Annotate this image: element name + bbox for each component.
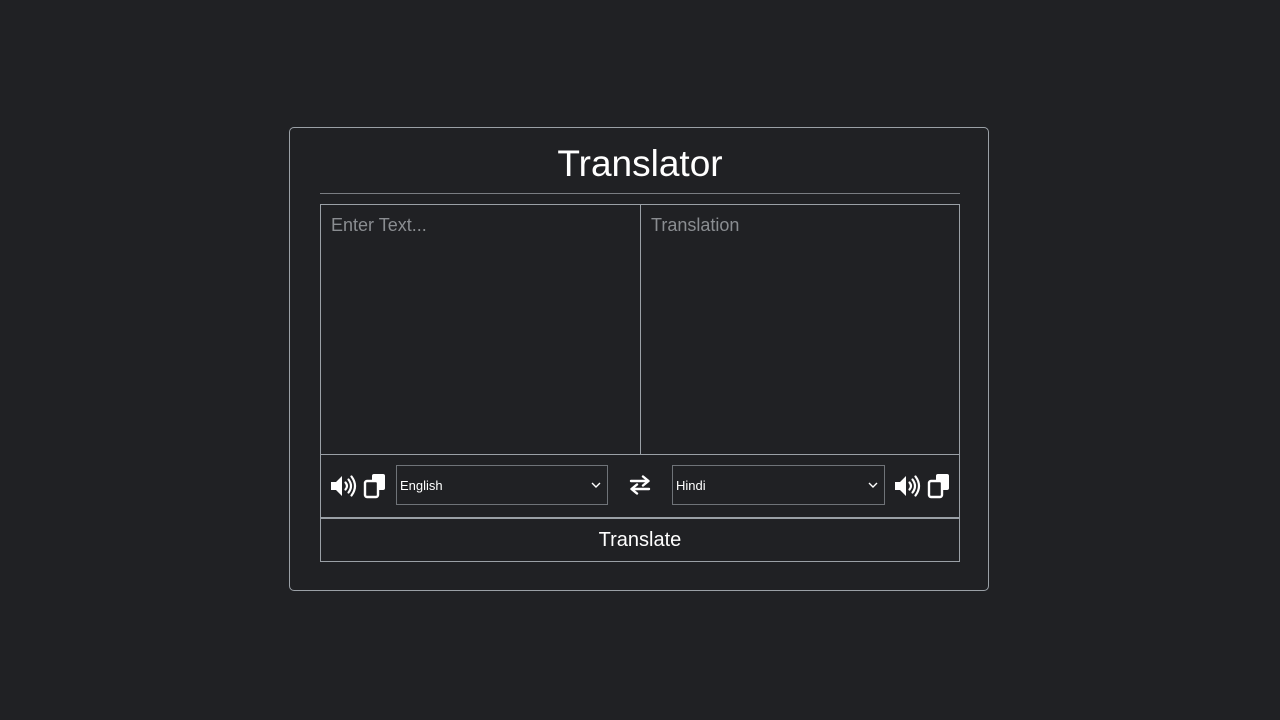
title-divider	[320, 193, 960, 194]
page-title: Translator	[557, 143, 723, 184]
to-copy-icon[interactable]	[927, 473, 951, 499]
source-text-input[interactable]	[321, 205, 640, 454]
to-volume-icon[interactable]	[893, 473, 921, 499]
translation-workspace: English Hindi	[320, 204, 960, 518]
page: Translator Enter Text... Translation Eng…	[0, 0, 1280, 720]
from-language-select-wrapper: English	[396, 465, 608, 505]
translator-card: Translator Enter Text... Translation Eng…	[289, 127, 989, 591]
controls-row: English Hindi	[321, 455, 959, 517]
to-language-select-wrapper: Hindi	[672, 465, 885, 505]
to-language-select[interactable]: Hindi	[673, 466, 884, 504]
translation-output[interactable]	[641, 205, 959, 454]
from-copy-icon[interactable]	[363, 473, 387, 499]
exchange-icon[interactable]	[628, 475, 652, 495]
translate-button[interactable]: Translate	[320, 518, 960, 562]
from-language-select[interactable]: English	[397, 466, 607, 504]
from-volume-icon[interactable]	[329, 473, 357, 499]
